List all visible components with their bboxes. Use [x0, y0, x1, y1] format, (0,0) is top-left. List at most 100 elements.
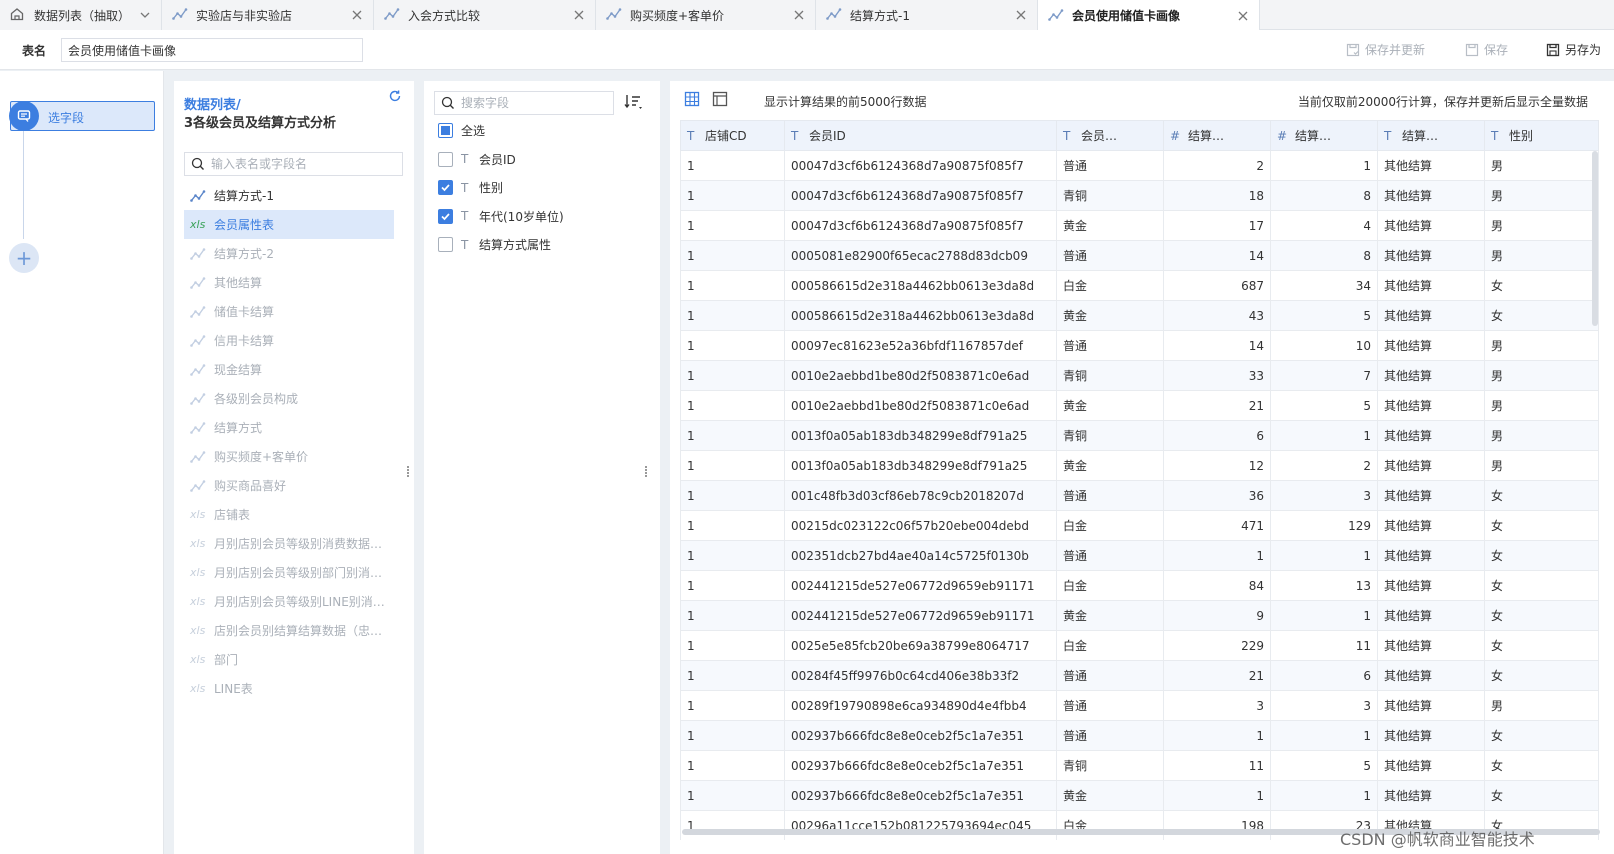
table-cell[interactable]: 其他结算 — [1377, 210, 1485, 241]
field-checkbox[interactable] — [438, 237, 453, 252]
table-list-item[interactable]: xls 部门 — [184, 645, 394, 674]
table-cell[interactable]: 00215dc023122c06f57b20ebe004debd — [784, 510, 1057, 541]
save-and-update-button[interactable]: 保存并更新 — [1346, 41, 1425, 58]
table-cell[interactable]: 129 — [1270, 510, 1378, 541]
table-cell[interactable]: 0005081e82900f65ecac2788d83dcb09 — [784, 240, 1057, 271]
table-cell[interactable]: 000586615d2e318a4462bb0613e3da8d — [784, 270, 1057, 301]
table-cell[interactable]: 17 — [1163, 210, 1271, 241]
table-cell[interactable]: 1 — [680, 750, 785, 781]
table-cell[interactable]: 其他结算 — [1377, 780, 1485, 811]
table-cell[interactable]: 12 — [1163, 450, 1271, 481]
table-cell[interactable]: 男 — [1484, 330, 1599, 361]
table-cell[interactable]: 0013f0a05ab183db348299e8df791a25 — [784, 420, 1057, 451]
table-list-item[interactable]: 购买商品喜好 — [184, 471, 394, 500]
table-cell[interactable]: 13 — [1270, 570, 1378, 601]
table-cell[interactable]: 女 — [1484, 300, 1599, 331]
table-cell[interactable]: 00097ec81623e52a36bfdf1167857def — [784, 330, 1057, 361]
table-cell[interactable]: 其他结算 — [1377, 360, 1485, 391]
data-list-link[interactable]: 数据列表/ — [184, 98, 241, 113]
grid-view-icon[interactable] — [684, 91, 700, 110]
close-icon[interactable] — [793, 9, 805, 21]
sort-fields-icon[interactable] — [624, 93, 644, 114]
table-cell[interactable]: 14 — [1163, 240, 1271, 271]
table-cell[interactable]: 青铜 — [1056, 180, 1164, 211]
table-cell[interactable]: 男 — [1484, 150, 1599, 181]
field-checkbox[interactable] — [438, 151, 453, 167]
table-cell[interactable]: 其他结算 — [1377, 390, 1485, 421]
table-cell[interactable]: 其他结算 — [1377, 180, 1485, 211]
table-cell[interactable]: 11 — [1163, 750, 1271, 781]
field-row[interactable]: T 性别 — [438, 178, 503, 198]
table-cell[interactable]: 1 — [1270, 780, 1378, 811]
table-cell[interactable]: 1 — [1270, 540, 1378, 571]
table-cell[interactable]: 1 — [680, 210, 785, 241]
add-step-button[interactable]: + — [9, 243, 39, 273]
table-cell[interactable]: 33 — [1163, 360, 1271, 391]
table-cell[interactable]: 002441215de527e06772d9659eb91171 — [784, 600, 1057, 631]
table-list-item[interactable]: xls 月别店别会员等级别部门别消费… — [184, 558, 394, 587]
table-list-item[interactable]: 现金结算 — [184, 355, 394, 384]
field-checkbox[interactable] — [438, 180, 453, 195]
table-cell[interactable]: 1 — [1163, 540, 1271, 571]
table-list-item[interactable]: xls 会员属性表 — [184, 210, 394, 239]
column-header[interactable]: T 店铺CD — [680, 120, 785, 151]
select-all-row[interactable]: 全选 — [438, 120, 485, 140]
field-row[interactable]: T 会员ID — [438, 149, 516, 169]
table-cell[interactable]: 白金 — [1056, 630, 1164, 661]
table-cell[interactable]: 其他结算 — [1377, 150, 1485, 181]
table-cell[interactable]: 黄金 — [1056, 210, 1164, 241]
table-list-item[interactable]: xls 月别店别会员等级别消费数据（… — [184, 529, 394, 558]
table-cell[interactable]: 1 — [680, 180, 785, 211]
table-cell[interactable]: 其他结算 — [1377, 240, 1485, 271]
table-cell[interactable]: 1 — [680, 480, 785, 511]
table-cell[interactable]: 10 — [1270, 330, 1378, 361]
table-cell[interactable]: 其他结算 — [1377, 510, 1485, 541]
table-cell[interactable]: 1 — [680, 690, 785, 721]
table-cell[interactable]: 女 — [1484, 660, 1599, 691]
table-cell[interactable]: 8 — [1270, 180, 1378, 211]
table-cell[interactable]: 女 — [1484, 720, 1599, 751]
table-cell[interactable]: 21 — [1163, 660, 1271, 691]
table-cell[interactable]: 687 — [1163, 270, 1271, 301]
table-cell[interactable]: 男 — [1484, 180, 1599, 211]
table-cell[interactable]: 000586615d2e318a4462bb0613e3da8d — [784, 300, 1057, 331]
table-cell[interactable]: 普通 — [1056, 720, 1164, 751]
table-cell[interactable]: 5 — [1270, 750, 1378, 781]
table-list-item[interactable]: xls 月别店别会员等级别LINE别消… — [184, 587, 394, 616]
table-cell[interactable]: 00047d3cf6b6124368d7a90875f085f7 — [784, 210, 1057, 241]
table-cell[interactable]: 471 — [1163, 510, 1271, 541]
table-cell[interactable]: 002937b666fdc8e8e0ceb2f5c1a7e351 — [784, 750, 1057, 781]
table-cell[interactable]: 9 — [1163, 600, 1271, 631]
table-cell[interactable]: 21 — [1163, 390, 1271, 421]
table-cell[interactable]: 1 — [1270, 420, 1378, 451]
table-cell[interactable]: 1 — [680, 780, 785, 811]
table-list-item[interactable]: 结算方式-1 — [184, 181, 394, 210]
table-cell[interactable]: 1 — [680, 360, 785, 391]
vertical-scrollbar[interactable] — [1592, 151, 1598, 326]
card-view-icon[interactable] — [712, 91, 728, 110]
table-cell[interactable]: 36 — [1163, 480, 1271, 511]
table-cell[interactable]: 男 — [1484, 210, 1599, 241]
table-cell[interactable]: 其他结算 — [1377, 600, 1485, 631]
table-cell[interactable]: 女 — [1484, 270, 1599, 301]
table-cell[interactable]: 1 — [680, 660, 785, 691]
table-list-item[interactable]: 结算方式-2 — [184, 239, 394, 268]
table-cell[interactable]: 00047d3cf6b6124368d7a90875f085f7 — [784, 150, 1057, 181]
table-cell[interactable]: 1 — [680, 570, 785, 601]
table-cell[interactable]: 1 — [680, 600, 785, 631]
table-cell[interactable]: 普通 — [1056, 240, 1164, 271]
table-cell[interactable]: 男 — [1484, 360, 1599, 391]
table-cell[interactable]: 3 — [1270, 690, 1378, 721]
table-cell[interactable]: 1 — [680, 720, 785, 751]
table-cell[interactable]: 普通 — [1056, 150, 1164, 181]
column-header[interactable]: T 性别 — [1484, 120, 1599, 151]
table-cell[interactable]: 黄金 — [1056, 450, 1164, 481]
table-cell[interactable]: 1 — [680, 630, 785, 661]
tab-0[interactable]: 数据列表（抽取） — [0, 0, 162, 30]
table-cell[interactable]: 1 — [1163, 780, 1271, 811]
table-cell[interactable]: 其他结算 — [1377, 300, 1485, 331]
table-cell[interactable]: 其他结算 — [1377, 420, 1485, 451]
field-row[interactable]: T 结算方式属性 — [438, 235, 551, 255]
table-cell[interactable]: 2 — [1163, 150, 1271, 181]
table-cell[interactable]: 男 — [1484, 450, 1599, 481]
